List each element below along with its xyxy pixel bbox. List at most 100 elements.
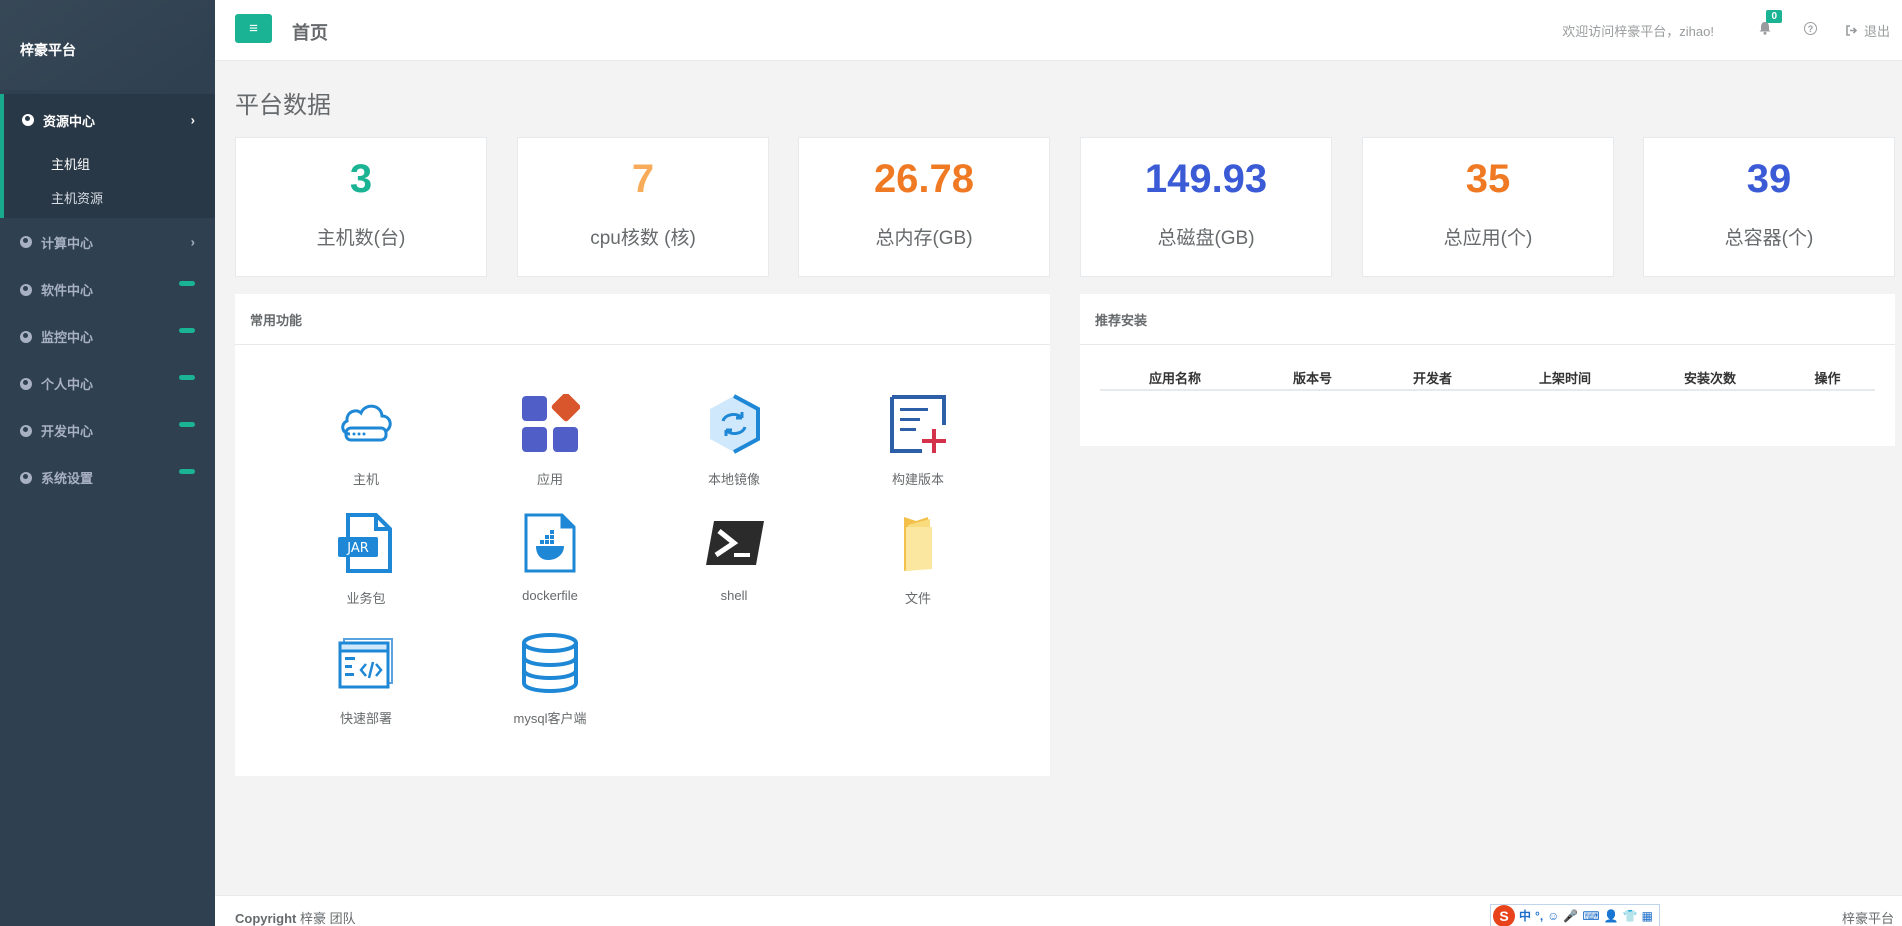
- stat-label: 总容器(个): [1724, 228, 1814, 249]
- jar-file-icon: JAR: [338, 513, 392, 573]
- ime-keyboard-icon[interactable]: ⌨: [1582, 909, 1599, 923]
- sidebar-item-resource-center[interactable]: 资源中心 ›: [4, 94, 215, 146]
- help-icon[interactable]: ?: [1804, 22, 1817, 35]
- docker-file-icon: [524, 513, 576, 573]
- table-header-row: 应用名称 版本号 开发者 上架时间 安装次数 操作: [1100, 366, 1875, 391]
- function-apps[interactable]: 应用: [490, 392, 610, 488]
- build-version-icon: [890, 395, 946, 453]
- ime-punctuation-icon[interactable]: °,: [1535, 909, 1543, 923]
- sidebar-item-system-settings[interactable]: 系统设置: [0, 454, 215, 501]
- ime-language-icon[interactable]: 中: [1519, 907, 1531, 924]
- panel-title: 常用功能: [235, 294, 1050, 345]
- stat-value: 149.93: [1144, 157, 1268, 201]
- function-files[interactable]: 文件: [858, 513, 978, 607]
- footer-brand: 梓豪平台: [1841, 911, 1894, 926]
- function-label: 业务包: [346, 591, 386, 606]
- column-header[interactable]: 版本号: [1250, 366, 1375, 391]
- sidebar-item-software-center[interactable]: 软件中心: [0, 266, 215, 313]
- stat-card-cpu: 7 cpu核数 (核): [517, 137, 769, 277]
- footer: Copyright 梓豪 团队 S 中 °, ☺ 🎤 ⌨ 👤 👕 ▦ 梓豪平台: [215, 895, 1902, 926]
- function-label: 应用: [536, 472, 563, 487]
- section-title: 平台数据: [235, 92, 331, 119]
- ime-toolbar[interactable]: S 中 °, ☺ 🎤 ⌨ 👤 👕 ▦: [1490, 904, 1660, 926]
- sidebar-item-compute-center[interactable]: 计算中心 ›: [0, 218, 215, 266]
- folder-icon: [904, 517, 932, 571]
- stat-value: 35: [1465, 157, 1511, 201]
- database-icon: [522, 633, 578, 694]
- notification-badge: 0: [1766, 10, 1782, 23]
- code-window-icon: [338, 638, 393, 689]
- status-pill: [179, 280, 195, 286]
- sidebar-item-personal-center[interactable]: 个人中心: [0, 360, 215, 407]
- sidebar-item-dev-center[interactable]: 开发中心: [0, 407, 215, 454]
- sidebar-subitem-host-resource[interactable]: 主机资源: [4, 180, 215, 214]
- function-label: 本地镜像: [707, 472, 760, 487]
- copyright-text: 梓豪 团队: [296, 911, 356, 926]
- sign-out-icon: [1846, 25, 1858, 36]
- function-label: shell: [720, 588, 748, 603]
- apps-grid-icon: [522, 392, 581, 452]
- sidebar-item-label: 开发中心: [41, 424, 94, 439]
- svg-text:JAR: JAR: [346, 541, 369, 556]
- ime-skin-icon[interactable]: 👕: [1623, 909, 1638, 923]
- sidebar-item-label: 系统设置: [41, 471, 94, 486]
- brand-area: 梓豪平台: [0, 0, 215, 94]
- sidebar-item-monitor-center[interactable]: 监控中心: [0, 313, 215, 360]
- stat-card-memory: 26.78 总内存(GB): [798, 137, 1050, 277]
- ime-logo-icon[interactable]: S: [1493, 904, 1515, 926]
- stat-label: 主机数(台): [316, 228, 406, 249]
- menu-toggle-button[interactable]: ≡: [235, 14, 272, 43]
- column-header[interactable]: 上架时间: [1490, 366, 1640, 391]
- function-build-version[interactable]: 构建版本: [858, 394, 978, 488]
- function-label: mysql客户端: [513, 711, 587, 726]
- ime-menu-icon[interactable]: ▦: [1642, 909, 1653, 923]
- common-functions-panel: 常用功能 主机 应用 本地镜像 构建版本 JAR 业务包 dockerfile …: [235, 294, 1050, 776]
- function-label: dockerfile: [522, 588, 578, 603]
- stat-label: 总磁盘(GB): [1157, 228, 1255, 249]
- sidebar-item-label: 监控中心: [41, 330, 94, 345]
- function-label: 主机: [352, 472, 379, 487]
- chevron-right-icon: ›: [190, 112, 195, 128]
- terminal-icon: [706, 521, 764, 565]
- globe-icon: [20, 330, 32, 343]
- function-shell[interactable]: shell: [674, 513, 794, 603]
- sidebar-item-label: 资源中心: [43, 113, 96, 129]
- panel-title: 推荐安装: [1080, 294, 1895, 345]
- recommend-table: 应用名称 版本号 开发者 上架时间 安装次数 操作: [1100, 366, 1875, 391]
- column-header[interactable]: 安装次数: [1640, 366, 1780, 391]
- stat-value: 26.78: [873, 157, 975, 201]
- column-header[interactable]: 应用名称: [1100, 366, 1250, 391]
- copyright: Copyright 梓豪 团队: [235, 908, 356, 926]
- stat-label: 总内存(GB): [875, 228, 973, 249]
- function-local-image[interactable]: 本地镜像: [674, 394, 794, 488]
- ime-user-icon[interactable]: 👤: [1604, 909, 1619, 923]
- function-business-package[interactable]: JAR 业务包: [306, 513, 426, 607]
- image-sync-icon: [710, 394, 760, 454]
- function-dockerfile[interactable]: dockerfile: [490, 513, 610, 603]
- stat-card-containers: 39 总容器(个): [1643, 137, 1895, 277]
- ime-emoji-icon[interactable]: ☺: [1547, 909, 1559, 923]
- stat-label: 总应用(个): [1443, 228, 1533, 249]
- stat-value: 7: [631, 157, 655, 201]
- column-header[interactable]: 开发者: [1375, 366, 1490, 391]
- function-mysql-client[interactable]: mysql客户端: [490, 633, 610, 727]
- status-pill: [179, 421, 195, 427]
- function-host[interactable]: 主机: [306, 394, 426, 488]
- function-label: 文件: [904, 591, 931, 606]
- globe-icon: [20, 471, 32, 484]
- function-quick-deploy[interactable]: 快速部署: [306, 633, 426, 727]
- recommend-install-panel: 推荐安装 应用名称 版本号 开发者 上架时间 安装次数 操作: [1080, 294, 1895, 446]
- stat-value: 3: [349, 157, 373, 201]
- top-navbar: ≡ 首页 欢迎访问梓豪平台，zihao! 0 ? 退出: [215, 0, 1902, 61]
- globe-icon: [20, 424, 32, 437]
- logout-link[interactable]: 退出: [1845, 21, 1890, 40]
- page-title: 首页: [292, 23, 328, 43]
- bell-icon[interactable]: [1758, 21, 1772, 35]
- sidebar-subitem-host-group[interactable]: 主机组: [4, 146, 215, 180]
- stat-label: cpu核数 (核): [590, 228, 696, 249]
- ime-voice-icon[interactable]: 🎤: [1563, 909, 1578, 923]
- column-header[interactable]: 操作: [1780, 366, 1875, 391]
- cloud-server-icon: [341, 404, 392, 442]
- sidebar-item-label: 计算中心: [41, 235, 94, 251]
- logout-label: 退出: [1863, 24, 1890, 39]
